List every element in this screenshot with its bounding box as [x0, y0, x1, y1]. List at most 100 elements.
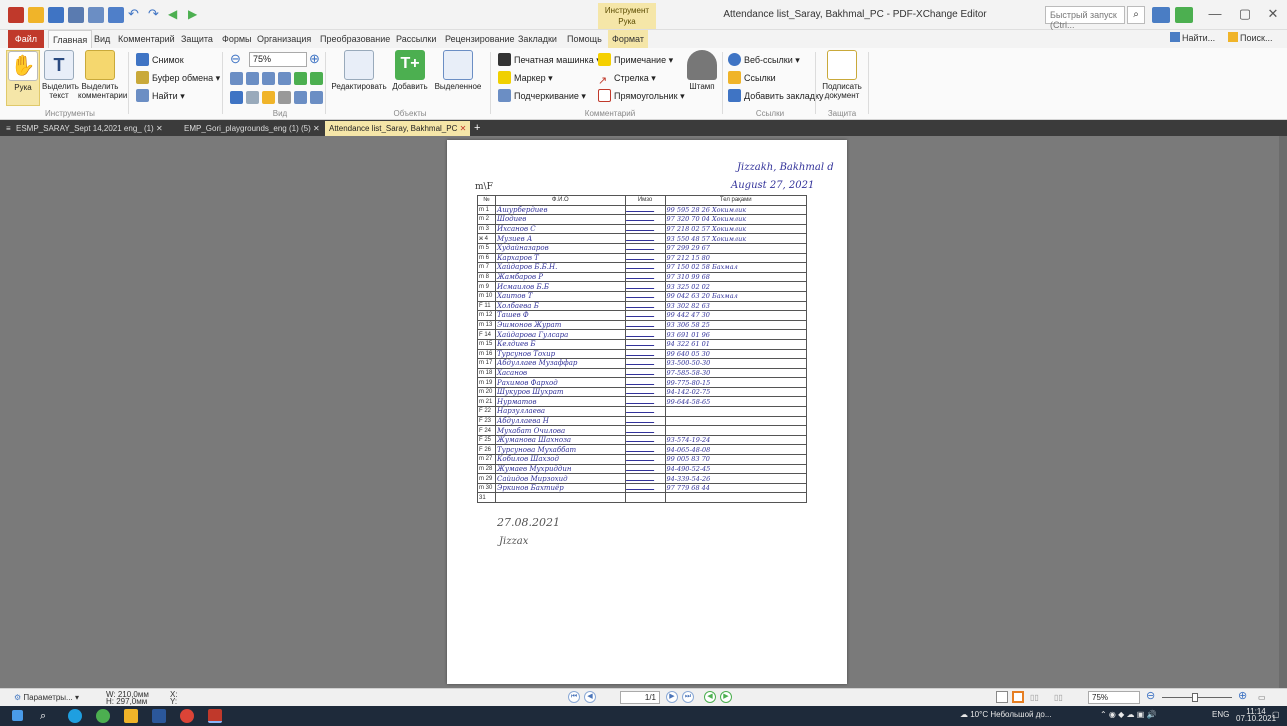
- next-page-button[interactable]: ▶: [666, 691, 678, 703]
- sign-document-button[interactable]: Подписать документ: [820, 50, 864, 100]
- close-tab-icon[interactable]: ✕: [156, 124, 163, 133]
- layers-icon[interactable]: [294, 91, 307, 104]
- tab-review[interactable]: Рецензирование: [441, 30, 519, 48]
- print-icon[interactable]: [68, 7, 84, 23]
- windows-start-icon[interactable]: [12, 710, 23, 721]
- select-text-button[interactable]: T Выделить текст: [42, 50, 79, 100]
- stamp-button[interactable]: Штамп: [685, 50, 719, 91]
- pdf-xchange-icon[interactable]: [208, 709, 222, 723]
- tab-mailings[interactable]: Рассылки: [392, 30, 440, 48]
- actual-size-icon[interactable]: [230, 72, 243, 85]
- open-folder-icon[interactable]: [28, 7, 44, 23]
- zoom-in-button[interactable]: ⊕: [309, 51, 320, 67]
- single-page-view-icon[interactable]: [996, 691, 1008, 703]
- clock[interactable]: 11:14 07.10.2021: [1236, 708, 1276, 723]
- add-button[interactable]: T+ Добавить: [390, 50, 430, 91]
- tab-file[interactable]: Файл: [8, 30, 44, 48]
- layout-icon[interactable]: [1175, 7, 1193, 23]
- weblinks-button[interactable]: Веб-ссылки ▾: [728, 52, 800, 68]
- rectangle-button[interactable]: Прямоугольник ▾: [598, 88, 685, 104]
- fit-visible-icon[interactable]: [278, 72, 291, 85]
- links-button[interactable]: Ссылки: [728, 70, 776, 86]
- pages-icon[interactable]: [246, 91, 259, 104]
- continuous-view-icon[interactable]: [1012, 691, 1024, 703]
- search-icon[interactable]: ⌕: [1127, 6, 1145, 24]
- rotate-left-icon[interactable]: [294, 72, 307, 85]
- facing-view-icon[interactable]: ▯▯: [1030, 691, 1039, 704]
- chrome-icon-2[interactable]: [180, 709, 194, 723]
- notifications-icon[interactable]: ▢: [1272, 710, 1280, 719]
- select-comments-button[interactable]: Выделить комментарии: [78, 50, 127, 100]
- last-page-button[interactable]: ⏭: [682, 691, 694, 703]
- find-ribbon-button[interactable]: Найти ▾: [136, 88, 185, 104]
- comments-pane-icon[interactable]: [262, 91, 275, 104]
- find-button[interactable]: Найти...: [1170, 32, 1215, 43]
- doc-tab-attendance-list[interactable]: Attendance list_Saray, Bakhmal_PC ✕: [325, 121, 471, 136]
- tab-help[interactable]: Помощь: [563, 30, 606, 48]
- continuous-facing-view-icon[interactable]: ▯▯: [1054, 691, 1063, 704]
- tab-home[interactable]: Главная: [48, 30, 93, 48]
- search-button[interactable]: Поиск...: [1228, 32, 1272, 43]
- bookmark-icon[interactable]: [230, 91, 243, 104]
- page-number-input[interactable]: 1/1: [620, 691, 660, 704]
- thumbnails-icon[interactable]: [310, 91, 323, 104]
- nav-back-button[interactable]: ◀: [704, 691, 716, 703]
- clipboard-button[interactable]: Буфер обмена ▾: [136, 70, 220, 86]
- edit-button[interactable]: Редактировать: [330, 50, 388, 91]
- note-button[interactable]: Примечание ▾: [598, 52, 673, 68]
- tab-protect[interactable]: Защита: [177, 30, 217, 48]
- marker-button[interactable]: Маркер ▾: [498, 70, 553, 86]
- vertical-scrollbar[interactable]: [1279, 136, 1287, 688]
- doc-tab-emp-gori[interactable]: EMP_Gori_playgrounds_eng (1) (5) ✕: [180, 121, 324, 136]
- language-indicator[interactable]: ENG: [1212, 710, 1229, 719]
- undo-icon[interactable]: ↶: [128, 7, 144, 23]
- arrow-button[interactable]: ↗ Стрелка ▾: [598, 70, 656, 87]
- settings-icon[interactable]: [1152, 7, 1170, 23]
- tab-format[interactable]: Формат: [608, 30, 648, 48]
- options-button[interactable]: ⚙ Параметры... ▾: [14, 691, 79, 704]
- chrome-icon[interactable]: [96, 709, 110, 723]
- snapshot-button[interactable]: Снимок: [136, 52, 184, 68]
- fit-page-icon[interactable]: [246, 72, 259, 85]
- close-tab-icon[interactable]: ✕: [460, 124, 467, 133]
- word-icon[interactable]: [152, 709, 166, 723]
- zoom-in-status-button[interactable]: ⊕: [1238, 690, 1247, 703]
- redo-icon[interactable]: ↷: [148, 7, 164, 23]
- prev-page-button[interactable]: ◀: [584, 691, 596, 703]
- hand-tool-button[interactable]: ✋ Рука: [6, 50, 40, 106]
- tab-comment[interactable]: Комментарий: [114, 30, 179, 48]
- zoom-select-status[interactable]: 75%: [1088, 691, 1140, 704]
- search-taskbar-icon[interactable]: ⌕: [40, 709, 54, 723]
- save-icon[interactable]: [48, 7, 64, 23]
- close-button[interactable]: ✕: [1258, 6, 1287, 24]
- close-tab-icon[interactable]: ✕: [313, 124, 320, 133]
- weather-widget[interactable]: ☁ 10°C Небольшой до...: [960, 710, 1052, 719]
- tab-forms[interactable]: Формы: [218, 30, 256, 48]
- underline-button[interactable]: Подчеркивание ▾: [498, 88, 586, 104]
- zoom-out-status-button[interactable]: ⊖: [1146, 690, 1155, 703]
- nav-forward-button[interactable]: ▶: [720, 691, 732, 703]
- edge-icon[interactable]: [68, 709, 82, 723]
- forward-icon[interactable]: ▶: [188, 7, 204, 23]
- tab-organize[interactable]: Организация: [253, 30, 315, 48]
- rotate-right-icon[interactable]: [310, 72, 323, 85]
- email-icon[interactable]: [88, 7, 104, 23]
- zoom-select[interactable]: 75%: [249, 52, 307, 67]
- minimize-button[interactable]: —: [1200, 6, 1230, 24]
- selected-button[interactable]: Выделенное: [432, 50, 484, 91]
- restore-button[interactable]: ▢: [1230, 6, 1260, 24]
- attachments-icon[interactable]: [278, 91, 291, 104]
- zoom-slider-handle[interactable]: [1192, 693, 1198, 702]
- scan-icon[interactable]: [108, 7, 124, 23]
- fullscreen-icon[interactable]: ▭: [1258, 691, 1266, 704]
- zoom-out-button[interactable]: ⊖: [230, 51, 241, 67]
- doc-tab-esmp-saray[interactable]: ESMP_SARAY_Sept 14,2021 eng_ (1) ✕: [12, 121, 167, 136]
- first-page-button[interactable]: ⏮: [568, 691, 580, 703]
- fit-width-icon[interactable]: [262, 72, 275, 85]
- document-viewer[interactable]: Jizzakh, Bakhmal d m\F August 27, 2021 №…: [0, 136, 1287, 688]
- typewriter-button[interactable]: Печатная машинка ▾: [498, 52, 601, 68]
- new-tab-icon[interactable]: +: [470, 121, 484, 136]
- add-bookmark-button[interactable]: Добавить закладку: [728, 88, 824, 104]
- back-icon[interactable]: ◀: [168, 7, 184, 23]
- tray-icons[interactable]: ⌃ ◉ ◆ ☁ ▣ 🔊: [1100, 710, 1156, 719]
